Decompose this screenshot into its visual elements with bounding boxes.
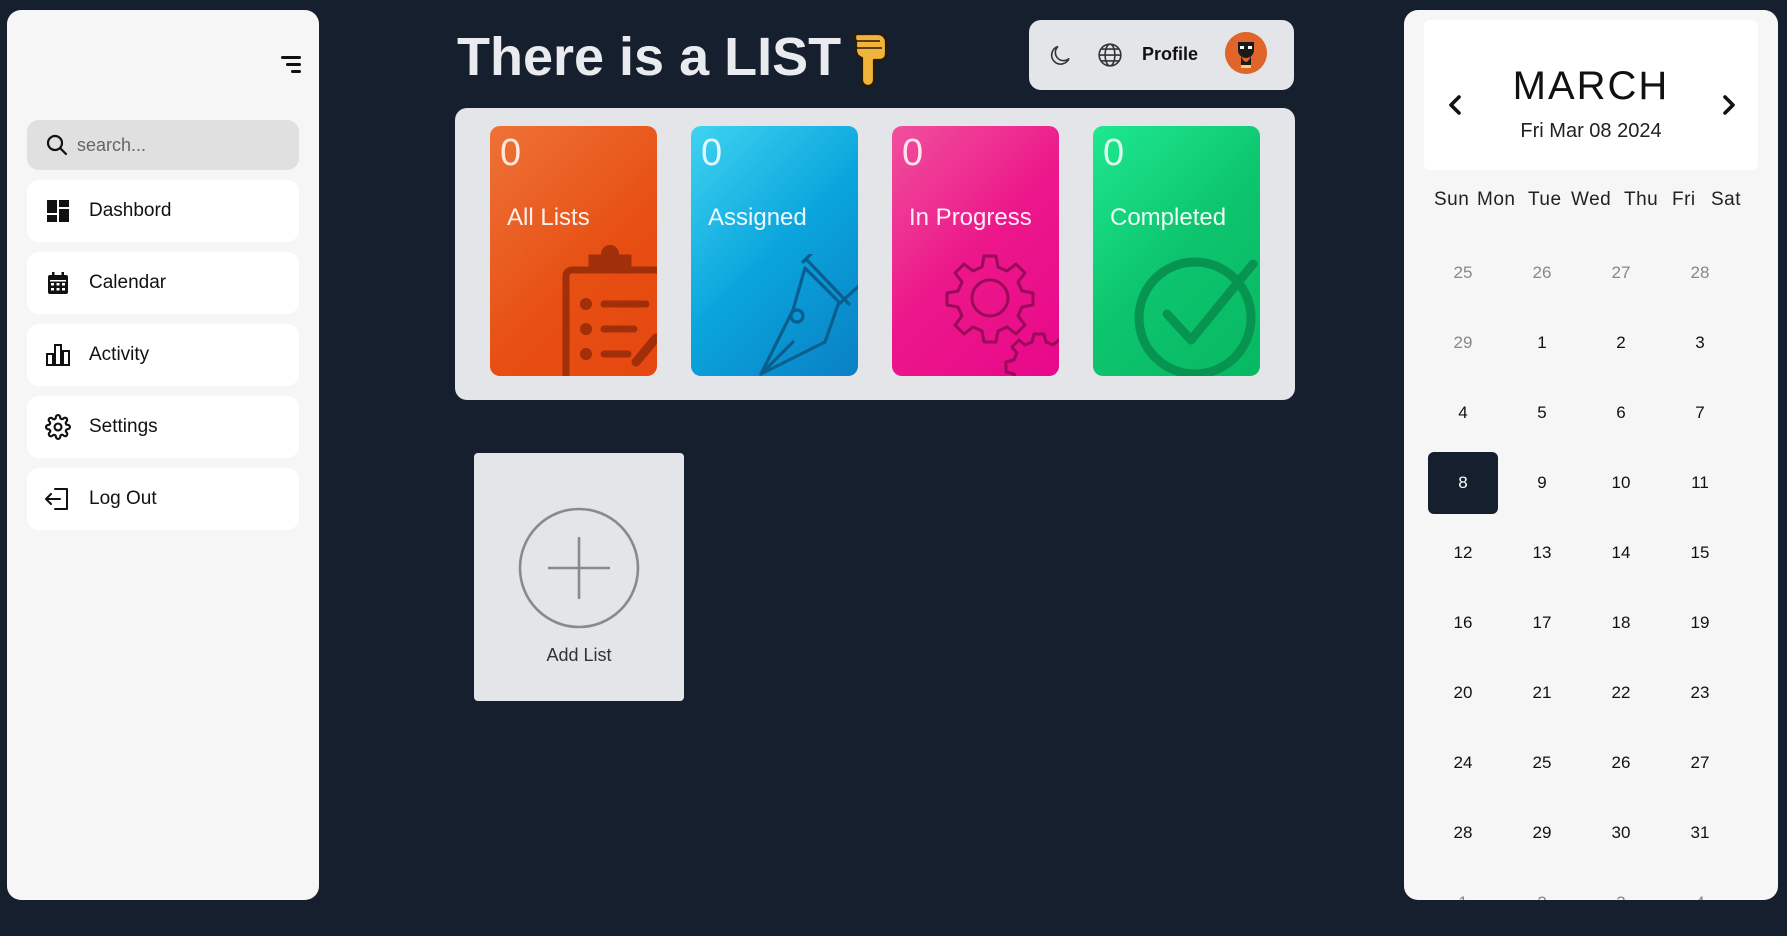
calendar-day[interactable]: 28 xyxy=(1665,242,1735,304)
bar-chart-icon xyxy=(45,342,71,368)
weekday-sat: Sat xyxy=(1711,189,1742,210)
globe-icon[interactable] xyxy=(1097,42,1123,68)
gears-icon xyxy=(945,254,1059,376)
sidebar-item-settings[interactable]: Settings xyxy=(27,396,299,458)
sidebar-item-dashboard[interactable]: Dashbord xyxy=(27,180,299,242)
chevron-right-icon[interactable] xyxy=(1716,92,1740,118)
status-cards-panel: 0 All Lists 0 Assigned 0 In Progress 0 C… xyxy=(455,108,1295,400)
calendar-day[interactable]: 27 xyxy=(1586,242,1656,304)
dashboard-icon xyxy=(45,198,71,224)
card-label: Completed xyxy=(1110,204,1227,231)
check-circle-icon xyxy=(1134,257,1258,376)
calendar-day[interactable]: 2 xyxy=(1586,312,1656,374)
moon-icon[interactable] xyxy=(1049,43,1073,67)
pointing-down-hand-icon xyxy=(853,32,888,88)
weekday-thu: Thu xyxy=(1624,189,1659,210)
calendar-day[interactable]: 25 xyxy=(1428,242,1498,304)
calendar-day[interactable]: 7 xyxy=(1665,382,1735,444)
calendar-day[interactable]: 15 xyxy=(1665,522,1735,584)
calendar-day[interactable]: 19 xyxy=(1665,592,1735,654)
calendar-day[interactable]: 26 xyxy=(1507,242,1577,304)
top-toolbar: Profile xyxy=(1029,20,1294,90)
calendar-day[interactable]: 31 xyxy=(1665,802,1735,864)
card-label: In Progress xyxy=(909,204,1032,231)
calendar-day[interactable]: 27 xyxy=(1665,732,1735,794)
calendar-day[interactable]: 20 xyxy=(1428,662,1498,724)
calendar-day[interactable]: 12 xyxy=(1428,522,1498,584)
sidebar-item-calendar[interactable]: Calendar xyxy=(27,252,299,314)
pen-nib-icon xyxy=(759,254,858,376)
calendar-icon xyxy=(45,270,71,296)
calendar-day[interactable]: 3 xyxy=(1586,872,1656,900)
avatar[interactable] xyxy=(1225,32,1267,74)
calendar-day[interactable]: 4 xyxy=(1428,382,1498,444)
logout-icon xyxy=(45,486,71,512)
calendar-day[interactable]: 25 xyxy=(1507,732,1577,794)
calendar-day[interactable]: 1 xyxy=(1507,312,1577,374)
sidebar-item-activity[interactable]: Activity xyxy=(27,324,299,386)
sidebar-item-logout[interactable]: Log Out xyxy=(27,468,299,530)
weekday-wed: Wed xyxy=(1571,189,1612,210)
calendar-day[interactable]: 4 xyxy=(1665,872,1735,900)
calendar-month: MARCH xyxy=(1512,64,1670,108)
calendar-day[interactable]: 17 xyxy=(1507,592,1577,654)
card-count: 0 xyxy=(701,132,723,174)
sidebar-item-label: Calendar xyxy=(89,272,167,293)
calendar-day-selected[interactable]: 8 xyxy=(1428,452,1498,514)
menu-toggle-icon[interactable] xyxy=(275,54,301,76)
sidebar: Dashbord Calendar Activity Settings Log … xyxy=(7,10,319,900)
calendar-header: MARCH Fri Mar 08 2024 xyxy=(1424,20,1758,170)
card-label: All Lists xyxy=(507,204,590,231)
calendar-day[interactable]: 1 xyxy=(1428,872,1498,900)
calendar-day[interactable]: 30 xyxy=(1586,802,1656,864)
sidebar-item-label: Log Out xyxy=(89,488,157,509)
sidebar-item-label: Settings xyxy=(89,416,158,437)
sidebar-item-label: Activity xyxy=(89,344,150,365)
calendar-day[interactable]: 10 xyxy=(1586,452,1656,514)
card-assigned[interactable]: 0 Assigned xyxy=(691,126,858,376)
card-count: 0 xyxy=(500,132,522,174)
weekday-tue: Tue xyxy=(1528,189,1562,210)
card-in-progress[interactable]: 0 In Progress xyxy=(892,126,1059,376)
card-count: 0 xyxy=(902,132,924,174)
weekday-mon: Mon xyxy=(1477,189,1516,210)
calendar-day[interactable]: 11 xyxy=(1665,452,1735,514)
calendar-day[interactable]: 21 xyxy=(1507,662,1577,724)
weekday-sun: Sun xyxy=(1434,189,1470,210)
search-box[interactable] xyxy=(27,120,299,170)
calendar-day[interactable]: 16 xyxy=(1428,592,1498,654)
calendar-day[interactable]: 28 xyxy=(1428,802,1498,864)
clipboard-icon xyxy=(562,245,657,376)
calendar-day[interactable]: 22 xyxy=(1586,662,1656,724)
card-all-lists[interactable]: 0 All Lists xyxy=(490,126,657,376)
calendar-day[interactable]: 18 xyxy=(1586,592,1656,654)
calendar-day[interactable]: 13 xyxy=(1507,522,1577,584)
profile-link[interactable]: Profile xyxy=(1142,44,1198,65)
page-title: There is a LIST xyxy=(457,27,842,87)
calendar-panel: MARCH Fri Mar 08 2024 Sun Mon Tue Wed Thu Fri… xyxy=(1404,10,1778,900)
calendar-day[interactable]: 29 xyxy=(1507,802,1577,864)
calendar-day[interactable]: 2 xyxy=(1507,872,1577,900)
add-list-label: Add List xyxy=(546,645,612,665)
calendar-day[interactable]: 6 xyxy=(1586,382,1656,444)
card-label: Assigned xyxy=(708,204,807,231)
calendar-day[interactable]: 3 xyxy=(1665,312,1735,374)
gear-icon xyxy=(45,414,71,440)
calendar-day[interactable]: 26 xyxy=(1586,732,1656,794)
search-icon xyxy=(46,134,68,156)
card-count: 0 xyxy=(1103,132,1125,174)
sidebar-item-label: Dashbord xyxy=(89,200,172,221)
calendar-day[interactable]: 23 xyxy=(1665,662,1735,724)
calendar-day[interactable]: 5 xyxy=(1507,382,1577,444)
add-list-button[interactable]: Add List xyxy=(474,453,684,701)
calendar-current-date: Fri Mar 08 2024 xyxy=(1520,120,1662,142)
calendar-day[interactable]: 29 xyxy=(1428,312,1498,374)
card-completed[interactable]: 0 Completed xyxy=(1093,126,1260,376)
plus-circle-icon xyxy=(518,507,640,629)
calendar-day[interactable]: 14 xyxy=(1586,522,1656,584)
search-input[interactable] xyxy=(77,134,277,156)
weekday-fri: Fri xyxy=(1672,189,1696,210)
calendar-day[interactable]: 24 xyxy=(1428,732,1498,794)
calendar-day[interactable]: 9 xyxy=(1507,452,1577,514)
